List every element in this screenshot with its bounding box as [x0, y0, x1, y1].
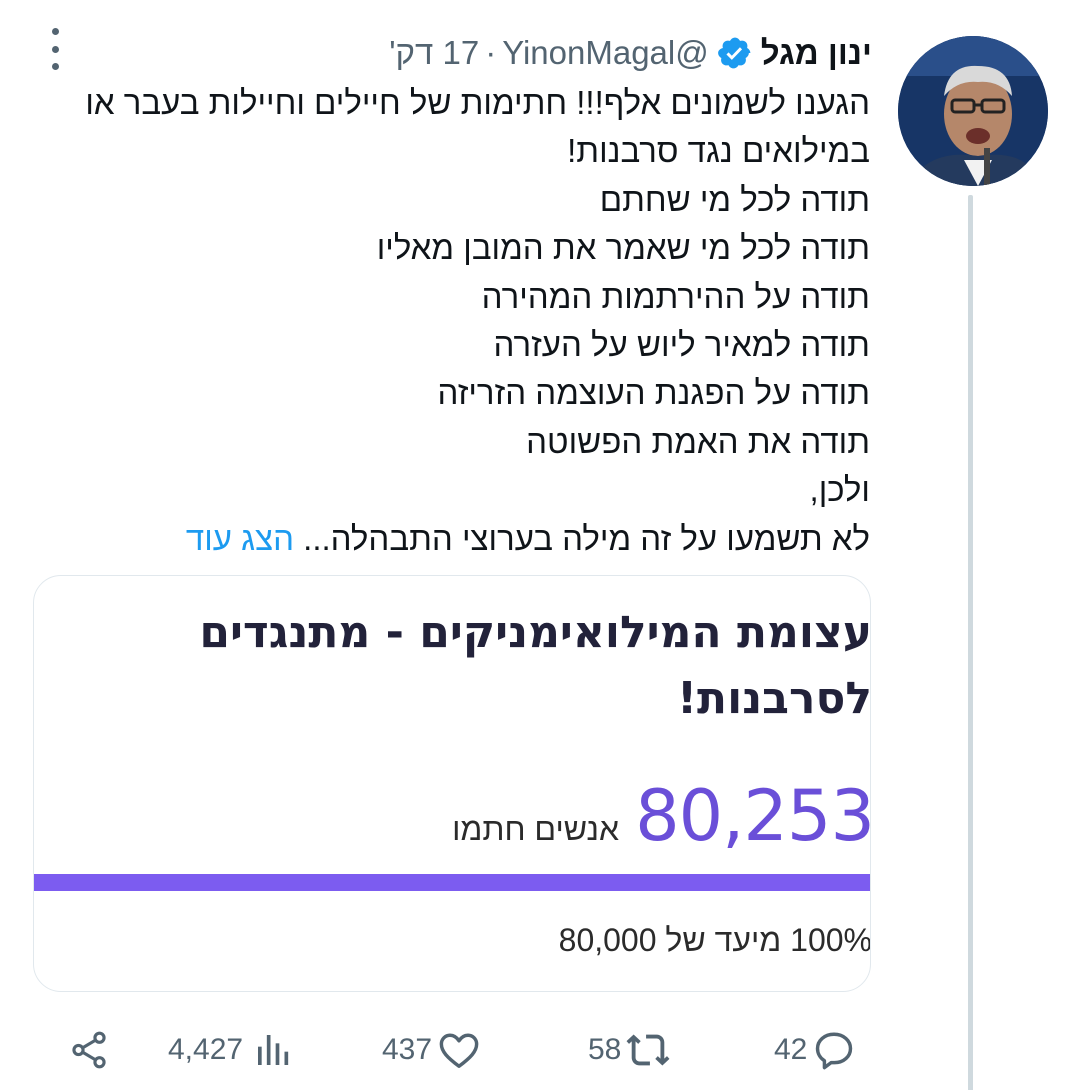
- tweet-text-line: הגענו לשמונים אלף!!! חתימות של חיילים וח…: [85, 84, 870, 121]
- show-more-link[interactable]: הצג עוד: [186, 520, 294, 557]
- signature-count-row: 80,253 אנשים חתמו: [452, 775, 871, 857]
- views-button[interactable]: 4,427: [168, 1022, 293, 1078]
- retweet-button[interactable]: 58: [588, 1022, 671, 1078]
- display-name[interactable]: ינון מגל: [761, 34, 872, 72]
- verified-badge-icon: [717, 37, 751, 69]
- card-title-line: לסרבנות!: [676, 673, 871, 724]
- tweet-header: ינון מגל @YinonMagal · 17 דק': [389, 30, 872, 76]
- avatar[interactable]: [898, 36, 1048, 186]
- more-options-button[interactable]: [44, 28, 66, 70]
- reply-icon: [816, 1032, 853, 1070]
- link-preview-card[interactable]: עצומת המילואימניקים - מתנגדים לסרבנות! 8…: [33, 575, 871, 992]
- signature-count: 80,253: [635, 775, 871, 857]
- like-icon: [439, 1033, 479, 1069]
- thread-line: [968, 195, 973, 1090]
- goal-text: 100% מיעד של 80,000: [558, 922, 871, 958]
- more-vertical-icon: [51, 28, 59, 35]
- card-title: עצומת המילואימניקים - מתנגדים לסרבנות!: [42, 600, 871, 732]
- signature-count-label: אנשים חתמו: [452, 811, 620, 847]
- share-button[interactable]: [68, 1022, 110, 1078]
- reply-button[interactable]: 42: [774, 1022, 857, 1078]
- tweet-action-bar: 4,427 437 58 42: [60, 1022, 870, 1078]
- card-title-line: עצומת המילואימניקים - מתנגדים: [199, 607, 871, 658]
- tweet-text-line: ולכן,: [809, 471, 870, 509]
- replies-count: 42: [774, 1033, 808, 1066]
- tweet-text-line: במילואים נגד סרבנות!: [567, 132, 870, 170]
- views-count: 4,427: [168, 1033, 244, 1066]
- retweet-icon: [626, 1034, 670, 1066]
- tweet-text-last-line: לא תשמעו על זה מילה בערוצי התבהלה... הצג…: [40, 515, 870, 563]
- tweet-text-line: תודה למאיר ליוש על העזרה: [493, 326, 870, 364]
- tweet-timestamp[interactable]: 17 דק': [389, 34, 479, 72]
- tweet-text-line: תודה על הפגנת העוצמה הזריזה: [437, 374, 870, 412]
- goal-progress-fill: [34, 874, 870, 891]
- tweet-text-line: תודה לכל מי שאמר את המובן מאליו: [376, 229, 870, 267]
- tweet-screen: ינון מגל @YinonMagal · 17 דק' הגענו לשמו…: [0, 0, 1080, 1090]
- avatar-image: [898, 36, 1048, 186]
- tweet-text-line: תודה את האמת הפשוטה: [526, 422, 870, 460]
- tweet-text-line: תודה לכל מי שחתם: [599, 180, 870, 218]
- tweet-text-line: תודה על ההירתמות המהירה: [481, 277, 870, 315]
- goal-progress-bar: [34, 874, 870, 891]
- tweet-text-truncated: לא תשמעו על זה מילה בערוצי התבהלה...: [303, 519, 870, 557]
- retweets-count: 58: [588, 1033, 622, 1066]
- like-button[interactable]: 437: [382, 1022, 482, 1078]
- share-icon: [72, 1031, 106, 1069]
- user-handle[interactable]: @YinonMagal: [502, 34, 709, 72]
- tweet-text: הגענו לשמונים אלף!!! חתימות של חיילים וח…: [40, 79, 870, 563]
- views-icon: [258, 1035, 289, 1065]
- header-separator: ·: [485, 34, 497, 71]
- likes-count: 437: [382, 1033, 433, 1066]
